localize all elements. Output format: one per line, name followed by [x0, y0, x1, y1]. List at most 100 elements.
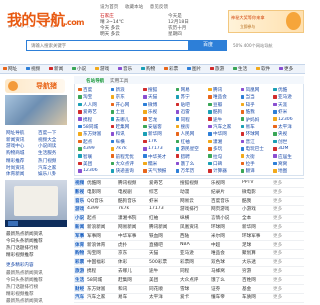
- category-link[interactable]: 纵横: [180, 215, 209, 221]
- nav-item[interactable]: 小说: [77, 66, 86, 72]
- site-link[interactable]: 新华网: [148, 131, 174, 137]
- category-link[interactable]: PPTV: [242, 180, 271, 185]
- category-label[interactable]: 购物: [75, 250, 84, 256]
- category-link[interactable]: 更多: [273, 250, 302, 256]
- site-link[interactable]: 纵横: [116, 139, 142, 145]
- category-link[interactable]: 更多: [273, 259, 302, 265]
- category-link[interactable]: 微电影: [242, 189, 271, 195]
- site-link[interactable]: 和讯: [116, 131, 142, 137]
- category-link[interactable]: 中超: [211, 242, 240, 248]
- category-link[interactable]: 更多: [273, 294, 302, 300]
- category-link[interactable]: 双色球: [211, 259, 240, 265]
- category-link[interactable]: 赶集网: [118, 277, 147, 283]
- category-link[interactable]: 电视剧: [118, 189, 147, 195]
- category-link[interactable]: 纪录片: [211, 189, 240, 195]
- site-link[interactable]: 搜房: [181, 124, 207, 130]
- left-link[interactable]: 热门视频: [38, 158, 68, 164]
- category-link[interactable]: 和讯: [118, 286, 147, 292]
- news-link[interactable]: 精彩视频推荐: [6, 252, 68, 258]
- category-link[interactable]: 更多: [273, 242, 302, 248]
- category-link[interactable]: 证券: [211, 286, 240, 292]
- category-link[interactable]: 4399: [87, 206, 116, 211]
- category-link[interactable]: 潇湘书院: [118, 215, 147, 221]
- site-link[interactable]: 途牛: [213, 117, 239, 123]
- promo-banner-cta[interactable]: 立即参与: [240, 24, 255, 30]
- category-link[interactable]: 环球网: [211, 224, 240, 230]
- site-link[interactable]: 潇湘: [213, 139, 239, 145]
- site-link[interactable]: 17K: [148, 139, 174, 144]
- site-link[interactable]: 12306: [278, 117, 304, 122]
- site-link[interactable]: 腾讯: [213, 87, 239, 93]
- category-link[interactable]: 凤凰资讯: [180, 224, 209, 230]
- site-link[interactable]: 天气预报: [148, 168, 174, 174]
- category-link[interactable]: 搜狐视频: [180, 180, 209, 186]
- nav-item[interactable]: 图片: [192, 66, 201, 72]
- category-link[interactable]: 途牛: [149, 268, 178, 274]
- site-link[interactable]: 苏宁: [181, 94, 207, 100]
- site-link[interactable]: 计算器: [213, 168, 239, 174]
- news-link[interactable]: 最新热点新闻资讯: [6, 298, 68, 304]
- site-link[interactable]: 贴吧: [181, 102, 207, 108]
- category-link[interactable]: 基金: [242, 286, 271, 292]
- category-link[interactable]: 淘宝网: [87, 250, 116, 256]
- site-link[interactable]: 太平洋: [278, 124, 304, 130]
- category-link[interactable]: 虎扑: [118, 242, 147, 248]
- category-link[interactable]: 足球: [242, 242, 271, 248]
- category-label[interactable]: 体育: [75, 242, 84, 248]
- site-link[interactable]: 去哪儿: [116, 117, 142, 123]
- category-label[interactable]: 军事: [75, 233, 84, 239]
- category-link[interactable]: 唯品会: [211, 250, 240, 256]
- nav-item[interactable]: 购物: [146, 66, 155, 72]
- site-link[interactable]: 多玩: [213, 146, 239, 152]
- category-label[interactable]: 视频: [75, 180, 84, 186]
- category-link[interactable]: 东方财富: [87, 286, 116, 292]
- site-link[interactable]: 淘宝: [83, 94, 109, 100]
- left-link[interactable]: 新闻资讯: [6, 137, 36, 143]
- site-link[interactable]: 爱奇艺: [83, 109, 109, 115]
- site-link[interactable]: 人人网: [83, 102, 109, 108]
- category-label[interactable]: 财经: [75, 286, 84, 292]
- site-link[interactable]: 58同城: [83, 124, 109, 130]
- news-link[interactable]: 热门话题排行榜: [6, 245, 68, 251]
- category-link[interactable]: 17173: [149, 206, 178, 211]
- category-link[interactable]: 易车: [118, 294, 147, 300]
- nav-item[interactable]: 生活: [238, 66, 247, 72]
- left-link[interactable]: 网址导航: [6, 130, 36, 136]
- category-link[interactable]: 京东: [118, 250, 147, 256]
- site-link[interactable]: 大众点评: [116, 161, 142, 167]
- site-link[interactable]: 东方财富: [83, 131, 109, 137]
- category-link[interactable]: 西陆: [180, 233, 209, 239]
- site-link[interactable]: 天涯: [278, 102, 304, 108]
- category-link[interactable]: 美团: [149, 277, 178, 283]
- nav-item[interactable]: 更多: [284, 66, 293, 72]
- category-link[interactable]: 起点: [87, 215, 116, 221]
- site-link[interactable]: 乐视: [148, 109, 174, 115]
- site-link[interactable]: 7k7k: [116, 146, 142, 151]
- search-button[interactable]: 百度: [189, 40, 227, 51]
- category-label[interactable]: 游戏: [75, 206, 84, 212]
- category-link[interactable]: 综艺: [149, 189, 178, 195]
- category-link[interactable]: 更多: [273, 180, 302, 186]
- category-link[interactable]: 铁血网: [149, 233, 178, 239]
- bookmark-link[interactable]: 收藏本站: [125, 5, 143, 10]
- site-link[interactable]: 前程无忧: [116, 154, 142, 160]
- category-link[interactable]: 虾米: [149, 198, 178, 204]
- left-link[interactable]: 精彩推荐: [6, 158, 36, 164]
- site-link[interactable]: 拉手: [246, 161, 272, 167]
- category-link[interactable]: 更多: [273, 277, 302, 283]
- site-link[interactable]: 3DM: [278, 146, 304, 151]
- play-icon[interactable]: [8, 221, 18, 226]
- news-link[interactable]: 今日头条新闻推荐: [6, 238, 68, 244]
- left-link[interactable]: 购物商城: [6, 150, 36, 156]
- category-link[interactable]: 雪球: [180, 286, 209, 292]
- category-link[interactable]: 米尔网: [211, 233, 240, 239]
- category-link[interactable]: 红袖: [149, 215, 178, 221]
- category-label[interactable]: 影视: [75, 189, 84, 195]
- category-link[interactable]: 马蜂窝: [211, 268, 240, 274]
- site-link[interactable]: 猎聘: [181, 154, 207, 160]
- site-link[interactable]: 地图: [278, 168, 304, 174]
- category-link[interactable]: 同花顺: [149, 286, 178, 292]
- category-link[interactable]: 更多: [273, 286, 302, 292]
- category-link[interactable]: 游戏排行: [180, 206, 209, 212]
- set-homepage-link[interactable]: 设为首页: [100, 5, 118, 10]
